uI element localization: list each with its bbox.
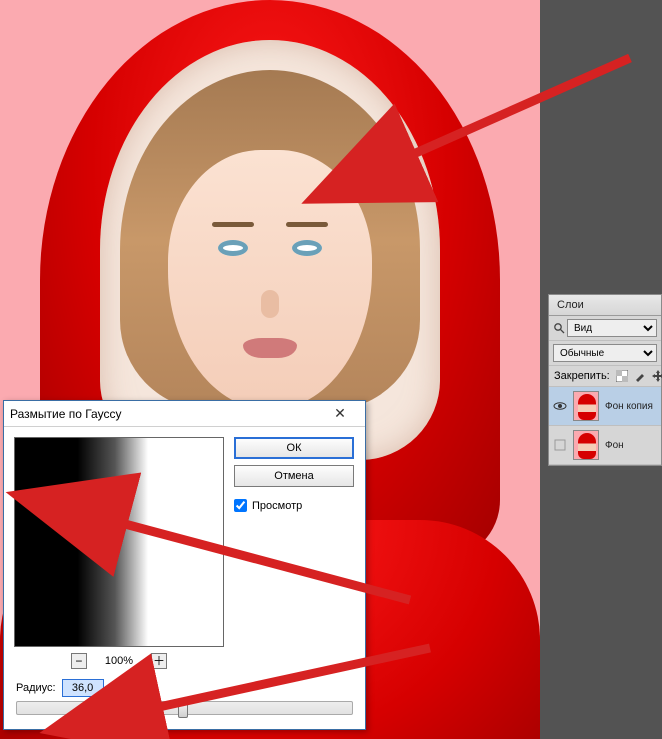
dialog-title: Размытие по Гауссу <box>10 407 321 421</box>
preview-checkbox[interactable] <box>234 499 247 512</box>
visibility-toggle-off[interactable] <box>553 438 567 452</box>
layer-thumbnail[interactable] <box>573 391 599 421</box>
radius-label: Радиус: <box>16 682 56 694</box>
dialog-titlebar[interactable]: Размытие по Гауссу ✕ <box>4 401 365 427</box>
radius-input[interactable] <box>62 679 104 697</box>
layer-name: Фон копия <box>605 401 653 412</box>
layer-item[interactable]: Фон копия <box>549 387 661 426</box>
lock-label: Закрепить: <box>554 370 610 382</box>
slider-thumb[interactable] <box>178 700 188 718</box>
zoom-in-button[interactable]: ＋ <box>151 653 167 669</box>
gaussian-blur-dialog: Размытие по Гауссу ✕ − 100% ＋ ОК Отмена … <box>3 400 366 730</box>
checker-icon[interactable] <box>615 369 629 383</box>
layer-filter-kind[interactable]: Вид <box>567 319 657 337</box>
close-icon: ✕ <box>334 405 346 422</box>
cancel-button[interactable]: Отмена <box>234 465 354 487</box>
layers-panel-tab[interactable]: Слои <box>549 295 661 316</box>
eye-icon[interactable] <box>553 399 567 413</box>
search-icon <box>553 322 565 334</box>
plus-icon: ＋ <box>153 655 165 667</box>
preview-checkbox-label: Просмотр <box>252 500 302 512</box>
zoom-value: 100% <box>105 655 133 667</box>
close-button[interactable]: ✕ <box>321 402 359 426</box>
layer-name: Фон <box>605 440 624 451</box>
move-icon[interactable] <box>651 369 662 383</box>
layer-item[interactable]: Фон <box>549 426 661 465</box>
ok-button[interactable]: ОК <box>234 437 354 459</box>
radius-slider[interactable] <box>16 701 353 715</box>
radius-unit: Пикселы <box>110 682 155 694</box>
layers-panel: Слои Вид Обычные Закрепить: Фон копия Фо… <box>548 294 662 466</box>
preview-checkbox-row[interactable]: Просмотр <box>234 499 354 512</box>
layer-thumbnail[interactable] <box>573 430 599 460</box>
minus-icon: − <box>75 655 82 667</box>
filter-preview[interactable] <box>14 437 224 647</box>
lock-row: Закрепить: <box>549 366 661 387</box>
brush-icon[interactable] <box>633 369 647 383</box>
blend-mode-select[interactable]: Обычные <box>553 344 657 362</box>
zoom-out-button[interactable]: − <box>71 653 87 669</box>
